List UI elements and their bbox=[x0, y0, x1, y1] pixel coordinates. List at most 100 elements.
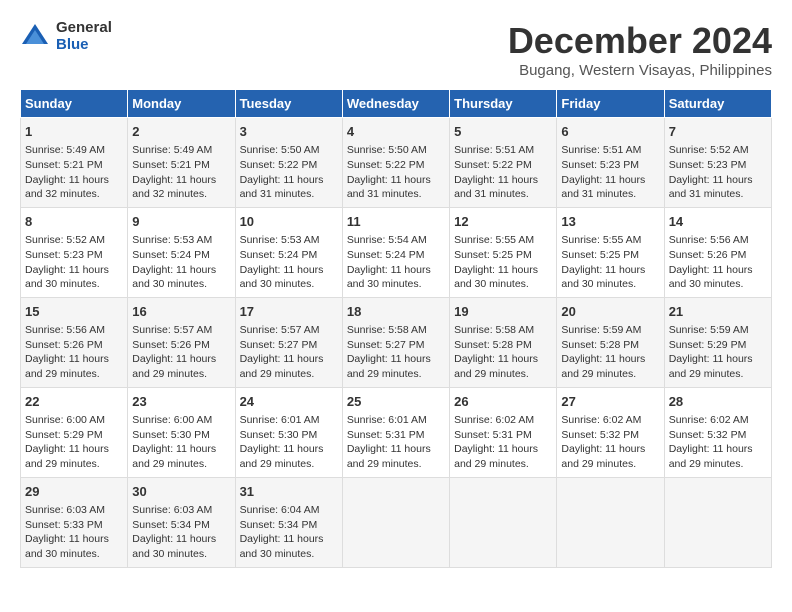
day-number: 12 bbox=[454, 213, 552, 231]
cell-text-line: and 30 minutes. bbox=[454, 277, 552, 292]
day-number: 9 bbox=[132, 213, 230, 231]
cell-text-line: Daylight: 11 hours bbox=[132, 532, 230, 547]
calendar-cell: 4Sunrise: 5:50 AMSunset: 5:22 PMDaylight… bbox=[342, 118, 449, 208]
day-number: 26 bbox=[454, 393, 552, 411]
cell-text-line: Daylight: 11 hours bbox=[347, 442, 445, 457]
cell-text-line: Sunrise: 6:01 AM bbox=[240, 413, 338, 428]
title-block: December 2024 Bugang, Western Visayas, P… bbox=[508, 20, 772, 79]
cell-text-line: and 29 minutes. bbox=[240, 367, 338, 382]
cell-text-line: Daylight: 11 hours bbox=[25, 263, 123, 278]
page-subtitle: Bugang, Western Visayas, Philippines bbox=[508, 62, 772, 79]
cell-text-line: Daylight: 11 hours bbox=[561, 442, 659, 457]
cell-text-line: Daylight: 11 hours bbox=[561, 263, 659, 278]
day-number: 23 bbox=[132, 393, 230, 411]
cell-text-line: Daylight: 11 hours bbox=[25, 173, 123, 188]
calendar-week-row: 1Sunrise: 5:49 AMSunset: 5:21 PMDaylight… bbox=[21, 118, 772, 208]
cell-text-line: Sunrise: 6:03 AM bbox=[132, 503, 230, 518]
calendar-cell: 24Sunrise: 6:01 AMSunset: 5:30 PMDayligh… bbox=[235, 387, 342, 477]
cell-text-line: and 29 minutes. bbox=[669, 457, 767, 472]
day-number: 2 bbox=[132, 123, 230, 141]
calendar-cell: 22Sunrise: 6:00 AMSunset: 5:29 PMDayligh… bbox=[21, 387, 128, 477]
cell-text-line: and 29 minutes. bbox=[454, 457, 552, 472]
calendar-cell: 11Sunrise: 5:54 AMSunset: 5:24 PMDayligh… bbox=[342, 207, 449, 297]
calendar-cell: 14 Sunrise: 5:56 AMSunset: 5:26 PMDayligh… bbox=[664, 207, 771, 297]
cell-text-line: and 30 minutes. bbox=[240, 547, 338, 562]
day-number: 19 bbox=[454, 303, 552, 321]
day-number: 30 bbox=[132, 483, 230, 501]
calendar-cell: 12Sunrise: 5:55 AMSunset: 5:25 PMDayligh… bbox=[450, 207, 557, 297]
calendar-cell bbox=[450, 477, 557, 567]
cell-text-line: Sunset: 5:33 PM bbox=[25, 518, 123, 533]
cell-text-line: Sunrise: 6:02 AM bbox=[454, 413, 552, 428]
day-number: 15 bbox=[25, 303, 123, 321]
cell-text-line: Sunrise: 6:01 AM bbox=[347, 413, 445, 428]
cell-text-line: Sunset: 5:26 PM bbox=[132, 338, 230, 353]
calendar-week-row: 22Sunrise: 6:00 AMSunset: 5:29 PMDayligh… bbox=[21, 387, 772, 477]
day-number: 3 bbox=[240, 123, 338, 141]
logo-icon bbox=[20, 22, 50, 52]
cell-text-line: Sunset: 5:26 PM bbox=[669, 248, 767, 263]
day-number: 22 bbox=[25, 393, 123, 411]
cell-text-line: Sunrise: 5:58 AM bbox=[454, 323, 552, 338]
calendar-cell: 1Sunrise: 5:49 AMSunset: 5:21 PMDaylight… bbox=[21, 118, 128, 208]
calendar-header-tuesday: Tuesday bbox=[235, 90, 342, 118]
cell-text-line: Sunset: 5:31 PM bbox=[454, 428, 552, 443]
cell-text-line: Sunrise: 5:59 AM bbox=[669, 323, 767, 338]
calendar-cell: 17Sunrise: 5:57 AMSunset: 5:27 PMDayligh… bbox=[235, 297, 342, 387]
cell-text-line: Sunset: 5:24 PM bbox=[347, 248, 445, 263]
calendar-cell: 26Sunrise: 6:02 AMSunset: 5:31 PMDayligh… bbox=[450, 387, 557, 477]
cell-text-line: Sunrise: 5:58 AM bbox=[347, 323, 445, 338]
cell-text-line: Sunset: 5:24 PM bbox=[240, 248, 338, 263]
cell-text-line: Daylight: 11 hours bbox=[25, 352, 123, 367]
calendar-week-row: 29Sunrise: 6:03 AMSunset: 5:33 PMDayligh… bbox=[21, 477, 772, 567]
cell-text-line: Sunset: 5:32 PM bbox=[561, 428, 659, 443]
cell-text-line: and 29 minutes. bbox=[132, 367, 230, 382]
cell-text-line: Sunrise: 5:53 AM bbox=[132, 233, 230, 248]
day-number: 14 bbox=[669, 213, 767, 231]
calendar-cell: 15Sunrise: 5:56 AMSunset: 5:26 PMDayligh… bbox=[21, 297, 128, 387]
cell-text-line: and 29 minutes. bbox=[240, 457, 338, 472]
cell-text-line: Sunrise: 5:51 AM bbox=[454, 143, 552, 158]
calendar-cell: 18Sunrise: 5:58 AMSunset: 5:27 PMDayligh… bbox=[342, 297, 449, 387]
calendar-cell: 21Sunrise: 5:59 AMSunset: 5:29 PMDayligh… bbox=[664, 297, 771, 387]
cell-text-line: Daylight: 11 hours bbox=[132, 442, 230, 457]
cell-text-line: and 29 minutes. bbox=[25, 457, 123, 472]
cell-text-line: and 31 minutes. bbox=[347, 187, 445, 202]
cell-text-line: Sunset: 5:28 PM bbox=[454, 338, 552, 353]
cell-text-line: Daylight: 11 hours bbox=[669, 352, 767, 367]
day-number: 1 bbox=[25, 123, 123, 141]
cell-text-line: and 30 minutes. bbox=[240, 277, 338, 292]
cell-text-line: Daylight: 11 hours bbox=[669, 442, 767, 457]
cell-text-line: Sunset: 5:21 PM bbox=[132, 158, 230, 173]
day-number: 28 bbox=[669, 393, 767, 411]
calendar-header-thursday: Thursday bbox=[450, 90, 557, 118]
calendar-header-saturday: Saturday bbox=[664, 90, 771, 118]
cell-text-line: and 30 minutes. bbox=[25, 547, 123, 562]
cell-text-line: and 31 minutes. bbox=[561, 187, 659, 202]
cell-text-line: Sunset: 5:24 PM bbox=[132, 248, 230, 263]
cell-text-line: Sunset: 5:26 PM bbox=[25, 338, 123, 353]
cell-text-line: Daylight: 11 hours bbox=[669, 263, 767, 278]
cell-text-line: Sunset: 5:34 PM bbox=[132, 518, 230, 533]
calendar-cell: 7Sunrise: 5:52 AMSunset: 5:23 PMDaylight… bbox=[664, 118, 771, 208]
cell-text-line: Sunrise: 6:02 AM bbox=[561, 413, 659, 428]
cell-text-line: and 32 minutes. bbox=[25, 187, 123, 202]
cell-text-line: and 30 minutes. bbox=[132, 547, 230, 562]
page-header: General Blue December 2024 Bugang, Weste… bbox=[20, 20, 772, 79]
cell-text-line: and 29 minutes. bbox=[132, 457, 230, 472]
day-number: 6 bbox=[561, 123, 659, 141]
cell-text-line: Sunrise: 5:53 AM bbox=[240, 233, 338, 248]
day-number: 5 bbox=[454, 123, 552, 141]
calendar-cell: 29Sunrise: 6:03 AMSunset: 5:33 PMDayligh… bbox=[21, 477, 128, 567]
cell-text-line: Sunset: 5:25 PM bbox=[454, 248, 552, 263]
cell-text-line: Daylight: 11 hours bbox=[240, 442, 338, 457]
cell-text-line: Sunset: 5:27 PM bbox=[347, 338, 445, 353]
cell-text-line: Sunrise: 6:04 AM bbox=[240, 503, 338, 518]
day-number: 25 bbox=[347, 393, 445, 411]
cell-text-line: Sunrise: 6:00 AM bbox=[25, 413, 123, 428]
day-number: 29 bbox=[25, 483, 123, 501]
page-title: December 2024 bbox=[508, 20, 772, 62]
day-number: 18 bbox=[347, 303, 445, 321]
cell-text-line: Sunrise: 5:56 AM bbox=[669, 233, 767, 248]
cell-text-line: Sunrise: 6:03 AM bbox=[25, 503, 123, 518]
